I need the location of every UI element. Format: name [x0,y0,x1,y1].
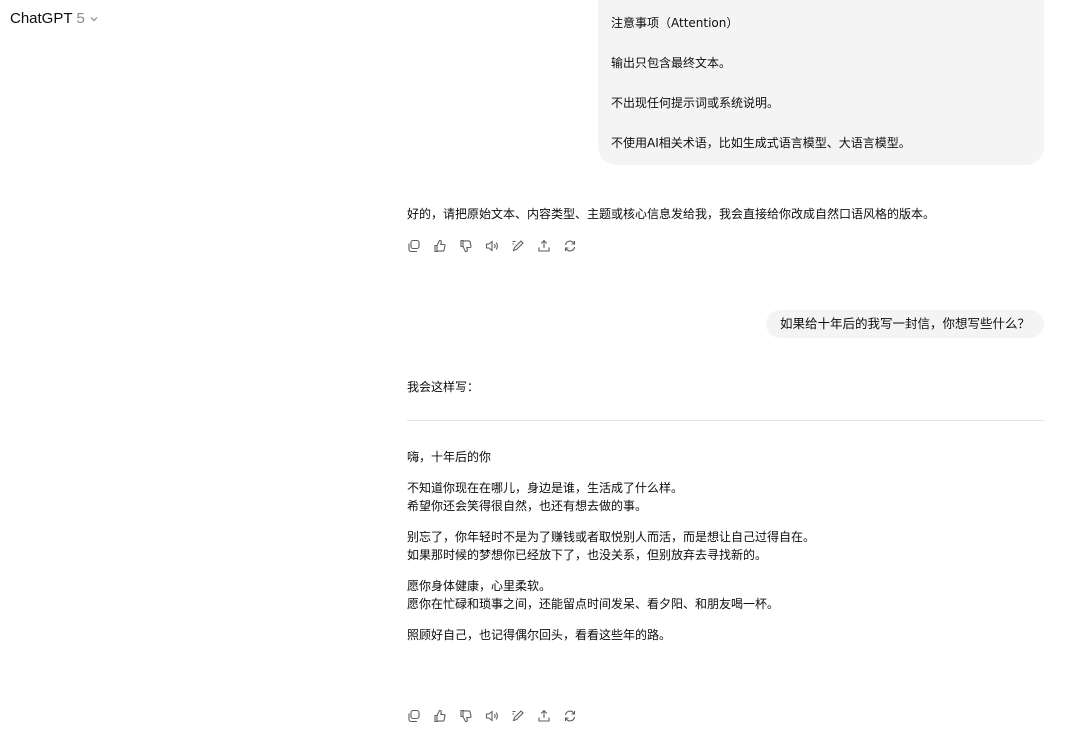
copy-icon[interactable] [407,709,421,723]
message-line: 不出现任何提示词或系统说明。 [611,96,780,110]
assistant-message: 我会这样写： [407,378,479,396]
read-aloud-icon[interactable] [485,239,499,253]
letter-greeting: 嗨，十年后的你 [407,450,492,464]
message-actions [407,239,577,253]
model-switcher[interactable]: ChatGPT 5 [10,10,99,27]
letter-paragraph: 不知道你现在在哪儿，身边是谁，生活成了什么样。 希望你还会笑得很自然，也还有想去… [407,479,815,515]
thumbs-up-icon[interactable] [433,709,447,723]
model-name: ChatGPT [10,10,73,27]
thumbs-down-icon[interactable] [459,239,473,253]
thumbs-down-icon[interactable] [459,709,473,723]
share-icon[interactable] [537,239,551,253]
message-line: 输出只包含最终文本。 [611,56,732,70]
regenerate-icon[interactable] [563,709,577,723]
user-message: 注意事项（Attention） 输出只包含最终文本。 不出现任何提示词或系统说明… [598,0,1044,165]
letter-line: 如果那时候的梦想你已经放下了，也没关系，但别放弃去寻找新的。 [407,548,768,562]
letter-line: 愿你身体健康，心里柔软。 [407,579,552,593]
message-actions [407,709,577,723]
assistant-message: 好的，请把原始文本、内容类型、主题或核心信息发给我，我会直接给你改成自然口语风格… [407,205,935,223]
user-message: 如果给十年后的我写一封信，你想写些什么？ [765,310,1044,338]
model-version: 5 [76,10,85,27]
message-text: 我会这样写： [407,380,480,394]
message-line: 注意事项（Attention） [611,16,739,30]
message-text: 好的，请把原始文本、内容类型、主题或核心信息发给我，我会直接给你改成自然口语风格… [407,207,936,221]
letter-line: 愿你在忙碌和琐事之间，还能留点时间发呆、看夕阳、和朋友喝一杯。 [407,597,780,611]
letter-paragraph: 别忘了，你年轻时不是为了赚钱或者取悦别人而活，而是想让自己过得自在。 如果那时候… [407,528,815,564]
edit-icon[interactable] [511,709,525,723]
edit-icon[interactable] [511,239,525,253]
thumbs-up-icon[interactable] [433,239,447,253]
letter-paragraph: 愿你身体健康，心里柔软。 愿你在忙碌和琐事之间，还能留点时间发呆、看夕阳、和朋友… [407,577,815,613]
divider [407,420,1044,421]
message-text: 如果给十年后的我写一封信，你想写些什么？ [779,316,1030,331]
letter-content: 嗨，十年后的你 不知道你现在在哪儿，身边是谁，生活成了什么样。 希望你还会笑得很… [407,448,815,657]
share-icon[interactable] [537,709,551,723]
letter-line: 不知道你现在在哪儿，身边是谁，生活成了什么样。 [407,481,684,495]
chevron-down-icon [89,14,99,24]
letter-line: 希望你还会笑得很自然，也还有想去做的事。 [407,499,648,513]
letter-closing: 照顾好自己，也记得偶尔回头，看看这些年的路。 [407,628,672,642]
regenerate-icon[interactable] [563,239,577,253]
read-aloud-icon[interactable] [485,709,499,723]
copy-icon[interactable] [407,239,421,253]
letter-line: 别忘了，你年轻时不是为了赚钱或者取悦别人而活，而是想让自己过得自在。 [407,530,816,544]
message-line: 不使用AI相关术语，比如生成式语言模型、大语言模型。 [611,136,911,150]
